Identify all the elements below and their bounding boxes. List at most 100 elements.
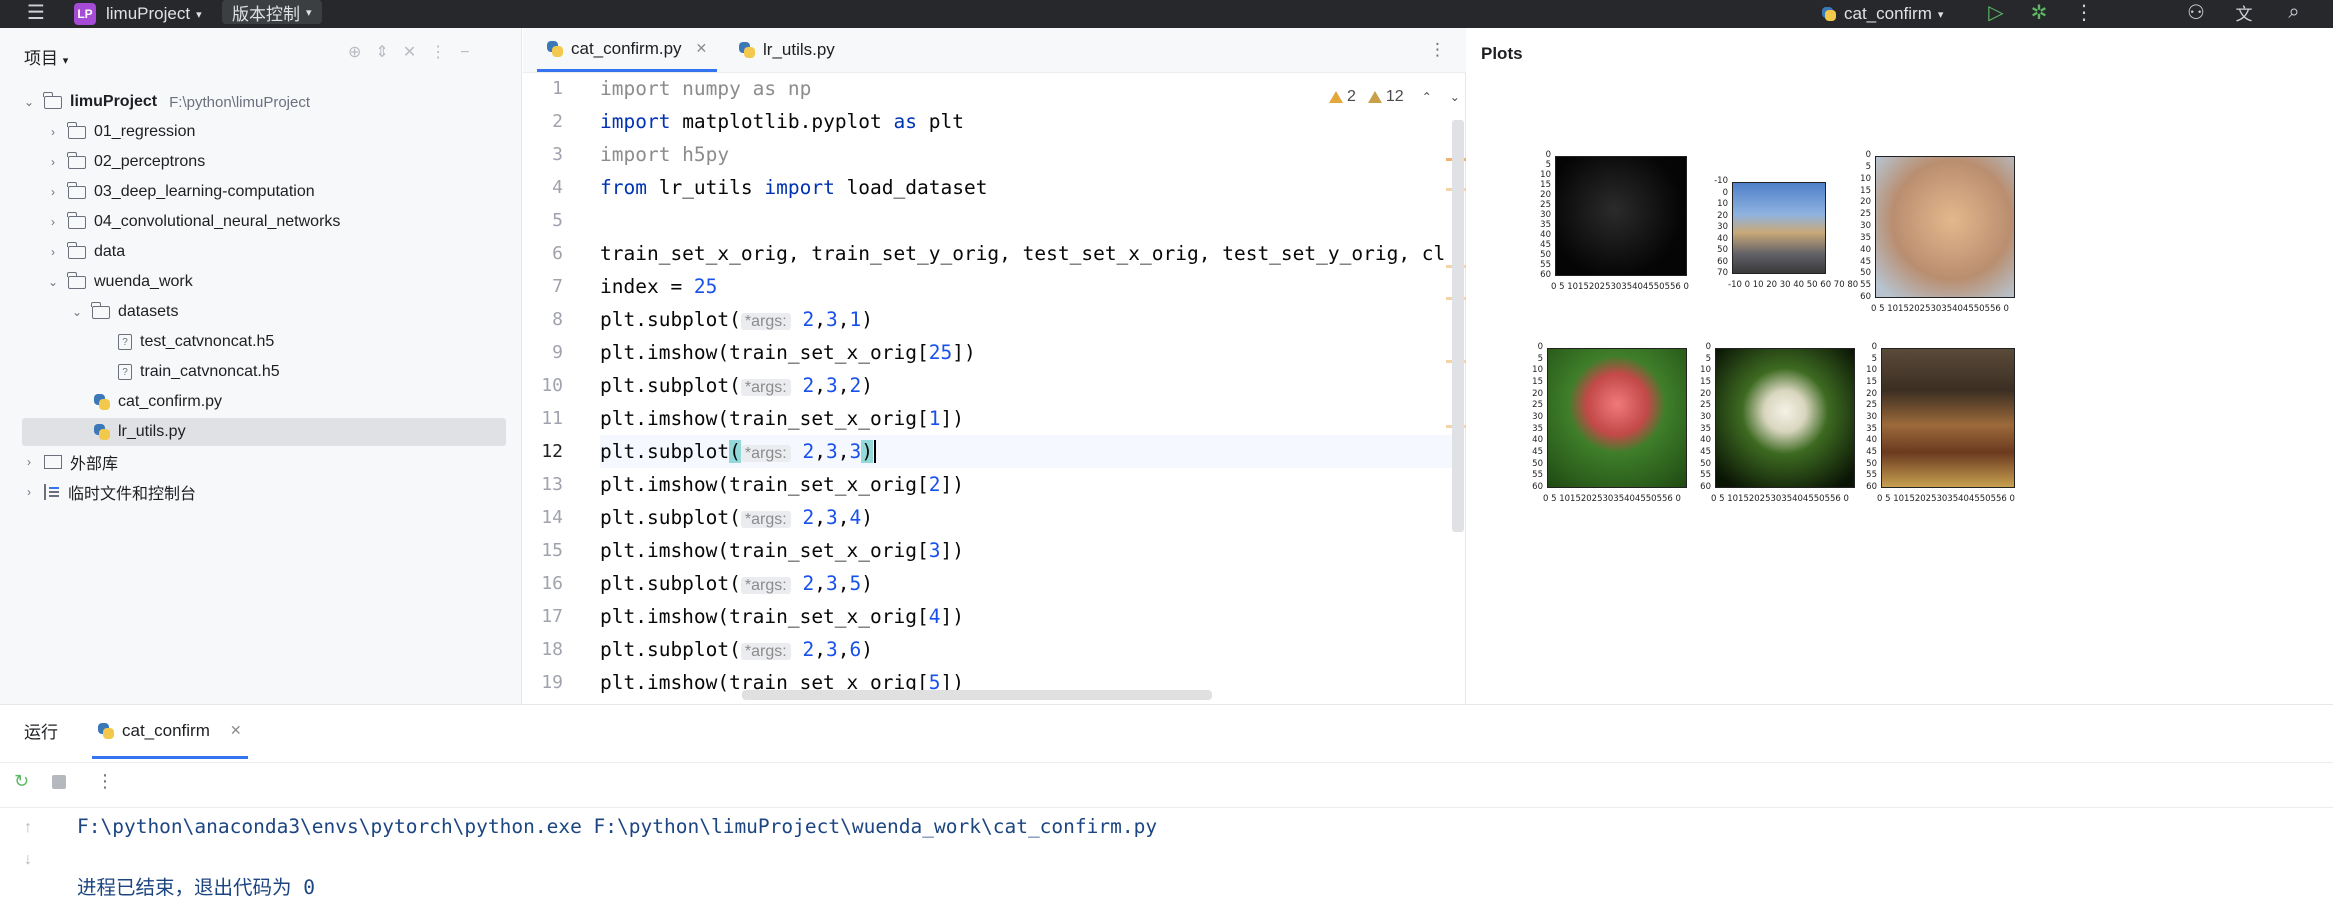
tree-item-lr-utils[interactable]: lr_utils.py	[22, 418, 506, 446]
project-switcher[interactable]: LP limuProject ▾	[74, 0, 202, 28]
line-number: 3	[552, 144, 563, 165]
y-tick-label: 25	[1866, 400, 1877, 411]
folder-icon	[91, 301, 110, 319]
project-panel-title[interactable]: 项目 ▾	[24, 44, 68, 69]
folder-icon	[67, 271, 86, 289]
run-icon[interactable]: ▷	[1982, 0, 2010, 24]
tree-item-data[interactable]: › data	[22, 238, 506, 266]
main-menu-icon[interactable]: ☰	[22, 0, 50, 24]
vcs-label: 版本控制	[232, 4, 300, 24]
folder-icon	[67, 181, 86, 199]
chevron-down-icon: ▾	[306, 6, 312, 19]
y-tick-label: 0	[1537, 342, 1543, 352]
run-panel-title: 运行	[24, 722, 58, 742]
tab-lr-utils[interactable]: lr_utils.py	[729, 28, 845, 72]
run-tab-cat-confirm[interactable]: cat_confirm ✕	[92, 705, 248, 759]
code-line: plt.imshow(train_set_x_orig[25])	[600, 341, 976, 364]
library-icon	[44, 455, 62, 469]
y-tick-label: 60	[1717, 256, 1728, 267]
plots-tool-window: Plots 0 5 10 15 20 25 30 35 40 45 50 55 60 0 5 101520…	[1467, 28, 2333, 704]
run-config-selector[interactable]: cat_confirm ▾	[1822, 0, 1943, 28]
x-tick-labels: -10 0 10 20 30 40 50 60 70 80	[1728, 280, 1859, 290]
editor-vertical-scrollbar[interactable]	[1452, 120, 1464, 532]
param-hint: *args:	[740, 511, 791, 528]
run-tool-window: 运行 cat_confirm ✕ ↻ ⋮ ↑ ↓ F:\python\anaco…	[0, 704, 2333, 899]
y-tick-label: 20	[1532, 388, 1543, 399]
y-tick-label: 0	[1705, 342, 1711, 352]
line-number: 14	[541, 507, 563, 528]
y-tick-label: 10	[1532, 365, 1543, 376]
rerun-icon[interactable]: ↻	[14, 771, 29, 792]
stop-icon[interactable]	[52, 775, 66, 789]
debug-icon[interactable]: ✲	[2025, 0, 2053, 24]
close-icon[interactable]: ✕	[696, 40, 708, 57]
y-tick-label: 50	[1860, 268, 1871, 279]
tree-item-wuenda-work[interactable]: ⌄ wuenda_work	[22, 268, 506, 296]
line-number: 6	[552, 243, 563, 264]
code-line: plt.subplot(*args: 2,3,6)	[600, 638, 873, 661]
y-tick-label: 35	[1866, 423, 1877, 434]
line-number: 4	[552, 177, 563, 198]
y-tick-label: 30	[1860, 221, 1871, 231]
y-tick-label: 20	[1540, 190, 1551, 200]
unknown-file-icon: ?	[118, 334, 132, 350]
y-tick-label: 70	[1717, 268, 1728, 278]
tree-item-02-perceptrons[interactable]: › 02_perceptrons	[22, 148, 506, 176]
translate-icon[interactable]: 文	[2230, 0, 2258, 24]
code-line: index = 25	[600, 275, 718, 298]
vcs-widget[interactable]: 版本控制 ▾	[222, 0, 322, 24]
chevron-down-icon: ⌄	[71, 305, 83, 319]
y-tick-label: 10	[1540, 170, 1551, 180]
unknown-file-icon: ?	[118, 364, 132, 380]
tree-item-train-h5[interactable]: ? train_catvnoncat.h5	[22, 358, 506, 386]
y-tick-label: 15	[1540, 180, 1551, 190]
y-tick-label: 35	[1532, 423, 1543, 434]
search-icon[interactable]: ⌕	[2280, 0, 2308, 24]
tabs-more-icon[interactable]: ⋮	[1429, 28, 1446, 72]
tree-item-01-regression[interactable]: › 01_regression	[22, 118, 506, 146]
code-area[interactable]: import numpy as np import matplotlib.pyp…	[600, 72, 1460, 699]
tree-item-test-h5[interactable]: ? test_catvnoncat.h5	[22, 328, 506, 356]
y-tick-label: 0	[1865, 150, 1871, 160]
line-number: 19	[541, 672, 563, 693]
y-tick-label: 30	[1700, 412, 1711, 422]
project-badge: LP	[74, 3, 96, 25]
line-number: 10	[541, 375, 563, 396]
scroll-down-icon[interactable]: ↓	[24, 851, 32, 869]
chevron-right-icon: ›	[51, 155, 55, 169]
tree-root[interactable]: ⌄ limuProject F:\python\limuProject	[22, 88, 506, 116]
line-number: 18	[541, 639, 563, 660]
y-tick-label: 55	[1540, 260, 1551, 270]
y-tick-label: 20	[1866, 388, 1877, 399]
tree-item-scratches[interactable]: › 临时文件和控制台	[22, 478, 506, 506]
y-tick-label: 10	[1866, 365, 1877, 376]
line-number: 7	[552, 276, 563, 297]
y-tick-label: 10	[1860, 173, 1871, 184]
tree-item-03-deep-learning[interactable]: › 03_deep_learning-computation	[22, 178, 506, 206]
line-number-gutter: 1 2 3 4 5 6 7 8 9 10 11 12 13 14 15 16 1…	[523, 72, 579, 699]
param-hint: *args:	[740, 313, 791, 330]
python-file-icon	[94, 394, 110, 410]
tree-item-external-libraries[interactable]: › 外部库	[22, 448, 506, 476]
x-tick-labels: 0 5 101520253035404550556 0	[1551, 282, 1689, 292]
tree-item-cat-confirm[interactable]: cat_confirm.py	[22, 388, 506, 416]
code-line: train_set_x_orig, train_set_y_orig, test…	[600, 242, 1446, 265]
y-tick-label: 35	[1540, 220, 1551, 230]
tree-item-datasets[interactable]: ⌄ datasets	[22, 298, 506, 326]
more-icon[interactable]: ⋮	[96, 771, 114, 792]
y-tick-label: 25	[1700, 400, 1711, 411]
close-icon[interactable]: ✕	[230, 722, 242, 739]
chevron-right-icon: ›	[27, 455, 31, 469]
plot-figure[interactable]: 0 5 10 15 20 25 30 35 40 45 50 55 60 0 5 101520253035…	[1467, 28, 2333, 704]
param-hint: *args:	[740, 643, 791, 660]
tab-cat-confirm[interactable]: cat_confirm.py ✕	[537, 28, 718, 72]
panel-toolbar-icons[interactable]: ⊕⇕✕⋮−	[348, 42, 484, 62]
editor-horizontal-scrollbar[interactable]	[742, 690, 1212, 700]
add-user-icon[interactable]: ⚇	[2182, 0, 2210, 24]
tree-item-04-cnn[interactable]: › 04_convolutional_neural_networks	[22, 208, 506, 236]
code-line: from lr_utils import load_dataset	[600, 176, 988, 199]
scroll-up-icon[interactable]: ↑	[24, 819, 32, 837]
subplot-5-image	[1715, 348, 1855, 488]
more-icon[interactable]: ⋮	[2070, 0, 2098, 24]
